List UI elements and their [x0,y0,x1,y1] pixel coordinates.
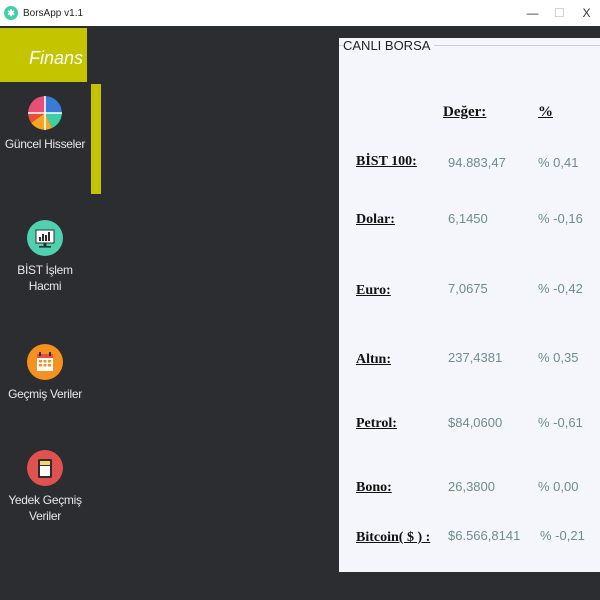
row-percent: % -0,42 [538,281,583,296]
row-label: Bono: [356,480,392,495]
row-label: Euro: [356,283,391,298]
sidebar-item-label: BİST İşlem Hacmi [17,263,73,293]
row-value: 6,1450 [448,211,488,226]
row-percent: % -0,16 [538,211,583,226]
title-bar: ✱ BorsApp v1.1 — ☐ X [0,0,600,26]
row-label: Altın: [356,352,391,367]
sidebar: Finans Güncel Hisseler BİST İşlem Hacmi … [0,26,110,600]
calendar-icon [27,344,63,380]
sidebar-item-label: Yedek Geçmiş Veriler [8,493,82,523]
row-percent: % -0,61 [538,415,583,430]
row-value: 7,0675 [448,281,488,296]
row-percent: % 0,41 [538,155,579,170]
sd-card-icon [27,450,63,486]
sidebar-item-label: Geçmiş Veriler [8,387,82,401]
minimize-button[interactable]: — [519,0,546,26]
row-value: 26,3800 [448,479,495,494]
row-label: BİST 100: [356,154,417,169]
row-value: $6.566,8141 [448,528,521,543]
active-indicator [91,84,101,194]
row-label: Dolar: [356,212,395,227]
monitor-chart-icon [27,220,63,256]
window-title: BorsApp v1.1 [23,7,84,19]
column-header-value: Değer: [443,104,487,120]
sidebar-item-guncel-hisseler[interactable]: Güncel Hisseler [0,96,90,152]
close-button[interactable]: X [573,0,600,26]
column-header-percent: % [538,104,553,120]
row-label: Petrol: [356,416,397,431]
sidebar-item-label: Güncel Hisseler [4,137,86,151]
row-percent: % 0,35 [538,350,579,365]
brand-title: Finans [28,48,83,68]
sidebar-item-bist-islem-hacmi[interactable]: BİST İşlem Hacmi [0,220,90,294]
row-label: Bitcoin( $ ) : [356,530,431,545]
maximize-button[interactable]: ☐ [546,0,573,26]
app-logo-icon: ✱ [4,6,18,20]
sidebar-item-gecmis-veriler[interactable]: Geçmiş Veriler [0,344,90,402]
row-value: 237,4381 [448,350,503,365]
panel-title: CANLI BORSA [343,38,435,53]
sidebar-item-yedek-gecmis-veriler[interactable]: Yedek Geçmiş Veriler [0,450,90,524]
row-value: $84,0600 [448,415,503,430]
row-value: 94.883,47 [448,155,506,170]
row-percent: % 0,00 [538,479,579,494]
row-percent: % -0,21 [540,528,585,543]
pie-chart-icon [28,96,62,130]
brand-banner: Finans [0,28,87,82]
